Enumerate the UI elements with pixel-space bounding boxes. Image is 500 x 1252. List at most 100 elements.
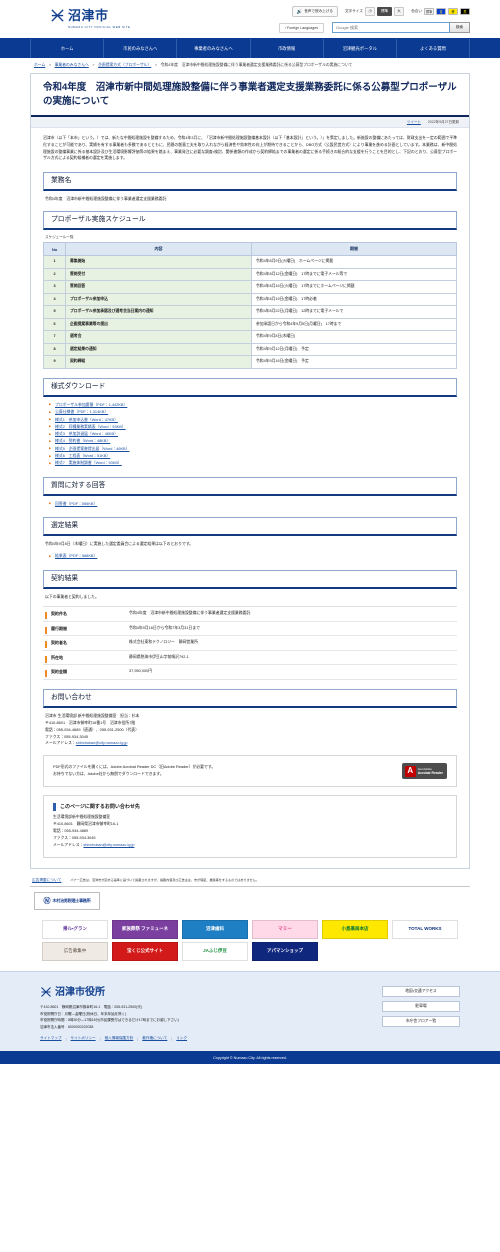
selection-note: 令和4年9月8日（木曜日）に実施した選定委員会による選定結果は以下のとおりです。 [45,542,194,547]
read-aloud-button[interactable]: 🔊 音声で読み上げる [291,6,338,17]
list-item: 公募仕様書（PDF：1,314KB） [49,409,457,416]
cell-no: 5 [43,305,66,319]
table-header-row: No 内容 期間 [43,242,457,257]
ad-banner[interactable]: TOTAL WORKS [392,920,458,940]
ad-banner[interactable]: アパマンショップ [252,942,318,962]
font-size-standard[interactable]: 標準 [377,7,392,16]
table-row: 9 契約締結 令和4年9月16日(金曜日) 予定 [43,355,457,369]
ad-banner-grid: 帰ル・グラン 家族葬祭 ファミューネ 沼津歯科 マミー 小島薬局本店 TOTAL WORK… [30,920,470,962]
site-footer: 沼津市役所 〒410-8601 静岡県沼津市御幸町16-1 電話：055-931… [0,971,500,1052]
contract-result-row: 履行期間 令和4年9月16日から令和7年3月31日まで [43,622,457,637]
numazu-crest-icon [50,8,65,23]
adobe-reader-download-button[interactable]: A Get Adobe Acrobat Reader [402,763,447,780]
section-heading-gyomumei: 業務名 [43,171,457,191]
footer-link[interactable]: 著作権について [142,1036,167,1041]
ad-banner[interactable]: 帰ル・グラン [42,920,108,940]
ad-banner[interactable]: 小島薬局本店 [322,920,388,940]
breadcrumb-item-businesses[interactable]: 事業者のみなさんへ [55,63,89,67]
cell-period: 令和4年9月8日(木曜日) [251,330,457,344]
cell-content: プロポーザル参加承認及び選考会当日案内の通知 [65,305,252,319]
ad-banner-label: 木村治男税理士事務所 [52,898,91,904]
list-item: 回答書（PDF：556KB） [49,501,457,508]
ad-banner-tax-office[interactable]: Ⓝ 木村治男税理士事務所 [34,892,100,911]
form-download-link[interactable]: 様式5 企画提案書提出届（Word：46KB） [55,447,129,451]
form-download-link[interactable]: 様式7 実施体制調書（Word：53KB） [55,461,122,465]
contract-result-row: 契約者名 株式会社東和テクノロジー 静岡営業所 [43,636,457,651]
contact-mail-link[interactable]: shinchukan@city.numazu.lg.jp [76,741,128,745]
cell-period: 参加承認日から令和4年9月5日(月曜日) 17時まで [251,317,457,332]
table-row: 5 プロポーザル参加承認及び選考会当日案内の通知 令和4年8月22日(月曜日) 12… [43,305,457,319]
form-download-link[interactable]: プロポーザル参加要領（PDF：1,442KB） [55,403,127,407]
footer-links: サイトマップ | サイトポリシー | 個人情報保護方針 | 著作権について | リンク [40,1036,187,1041]
font-size-small[interactable]: 小 [364,7,376,16]
nav-item-city-info[interactable]: 市政情報 [251,39,324,58]
form-download-link[interactable]: 様式6 工程表（Word：51KB） [55,454,110,458]
breadcrumb-separator: > [48,63,52,67]
cell-period: 令和4年9月12日(月曜日) 予定 [251,342,457,357]
footer-link[interactable]: 個人情報保護方針 [105,1036,134,1041]
ad-banner[interactable]: マミー [252,920,318,940]
footer-address-line: 沼津市法人番号 6000020222038 [40,1024,94,1029]
nav-item-citizens[interactable]: 市民のみなさんへ [104,39,178,58]
search-button[interactable]: 検索 [450,22,470,33]
page-inquiry-title: このページに関するお問い合わせ先 [53,803,447,812]
ad-banner[interactable]: 沼津歯科 [182,920,248,940]
ad-banner[interactable]: 宝くじ公式サイト [112,942,178,962]
contact-line: ファクス：055-934-3045 [45,734,89,739]
page-inquiry-line: 〒410-8601 静岡県沼津市御幸町16-1 [53,822,119,827]
nav-item-businesses[interactable]: 事業者のみなさんへ [177,39,251,58]
list-item: 様式2 同種業務実績表（Word：53KB） [49,424,457,431]
site-header: 沼津市 NUMAZU CITY OFFICIAL WEB SITE 🔊 音声で読… [0,0,500,38]
color-scheme-yellow[interactable]: 黄 [448,8,458,15]
color-scheme-blue[interactable]: 青 [436,8,446,15]
foreign-languages-button[interactable]: › Foreign Languages [278,22,324,33]
nav-item-tourism-portal[interactable]: 沼津観光ポータル [324,39,397,58]
ad-banner[interactable]: 家族葬祭 ファミューネ [112,920,178,940]
nav-item-home[interactable]: ホーム [30,39,105,58]
contract-result-value: 令和4年9月16日から令和7年3月31日まで [129,625,200,630]
page-inquiry-mail-link[interactable]: shinchukan@city.numazu.lg.jp [83,843,134,847]
site-search: 検索 [332,22,470,33]
breadcrumb-item-home[interactable]: ホーム [34,63,45,67]
qa-download-link[interactable]: 回答書（PDF：556KB） [55,502,97,506]
ad-policy-link[interactable]: 広告掲載について [32,878,61,883]
global-navigation: ホーム 市民のみなさんへ 事業者のみなさんへ 市政情報 沼津観光ポータル よくあ… [0,38,500,58]
contract-result-value: 静岡県熱海市伊豆山字前鳴沢792-1 [129,654,189,659]
form-download-link[interactable]: 様式1 参加申込書（Word：47KB） [55,418,118,422]
breadcrumb-separator: > [154,63,158,67]
nav-item-faq[interactable]: よくある質問 [397,39,471,58]
site-logo[interactable]: 沼津市 NUMAZU CITY OFFICIAL WEB SITE [50,8,130,29]
form-download-link[interactable]: 様式2 同種業務実績表（Word：53KB） [55,425,126,429]
footer-link[interactable]: サイトポリシー [71,1036,96,1041]
footer-button-parking[interactable]: 駐車場 [382,1001,460,1013]
contract-result-key: 履行期間 [43,626,129,634]
tweet-link[interactable]: ツイート [407,120,421,125]
color-scheme-standard[interactable]: 標準 [424,8,434,15]
table-row: 3 質問回答 令和4年8月16日(火曜日) 17時までにホームページに掲載 [43,280,457,294]
ad-banner[interactable]: JAふじ伊豆 [182,942,248,962]
contract-result-value: 株式会社東和テクノロジー 静岡営業所 [129,640,198,645]
breadcrumb-item-proposal[interactable]: 企画提案方式（プロポーザル） [98,63,151,67]
col-header-content: 内容 [65,242,252,257]
footer-button-floor-guide[interactable]: 市庁舎フロア一覧 [382,1016,460,1028]
color-scheme-black[interactable]: 黒 [460,8,470,15]
list-item: 様式4 誓約書（Word：48KB） [49,438,457,445]
cell-period: 令和4年8月9日(火曜日) ホームページに掲載 [251,255,457,269]
footer-logo[interactable]: 沼津市役所 [40,986,187,1000]
search-input[interactable] [332,22,450,33]
table-row: 8 選定結果の通知 令和4年9月12日(月曜日) 予定 [43,342,457,357]
selection-download-link[interactable]: 結果表（PDF：588KB） [55,554,97,558]
cell-no: 1 [43,255,66,269]
form-download-link[interactable]: 様式3 参加辞退届（Word：46KB） [55,432,118,436]
form-download-link[interactable]: 様式4 誓約書（Word：48KB） [55,439,110,443]
read-aloud-label: 音声で読み上げる [304,9,333,13]
footer-link[interactable]: リンク [176,1036,187,1041]
ad-disclaimer-text: バナー広告は、沼津市が定める基準に基づいて掲載されますが、掲載内容及び広告主は、… [70,878,259,883]
cell-content: 質問回答 [65,280,252,294]
footer-button-access[interactable]: 地図・交通アクセス [382,986,460,998]
footer-link[interactable]: サイトマップ [40,1036,62,1041]
accessibility-toolbar: 🔊 音声で読み上げる 文字サイズ 小 標準 大 色合い 標準 青 黄 黒 [291,6,470,17]
ad-banner[interactable]: 広告募集中 [42,942,108,962]
font-size-large[interactable]: 大 [393,7,405,16]
form-download-link[interactable]: 公募仕様書（PDF：1,314KB） [55,410,108,414]
